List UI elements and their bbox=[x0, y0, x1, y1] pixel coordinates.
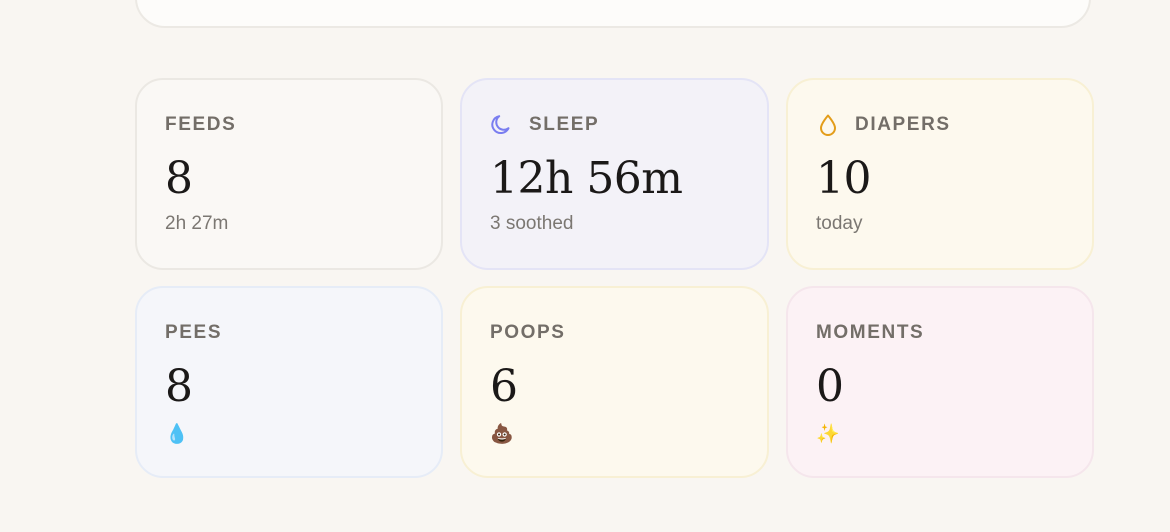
pees-value: 8 bbox=[165, 361, 193, 412]
sleep-soothed: 3 soothed bbox=[490, 213, 574, 234]
diapers-label: DIAPERS bbox=[855, 114, 951, 135]
stats-grid: FEEDS 8 2h 27m SLEEP 12h 56m 3 soothed D… bbox=[135, 78, 1094, 478]
poops-label-row: POOPS bbox=[490, 321, 739, 345]
moments-label: MOMENTS bbox=[816, 322, 925, 343]
sparkles-emoji: ✨ bbox=[816, 423, 840, 445]
pees-label-row: PEES bbox=[165, 321, 413, 345]
sleep-label-row: SLEEP bbox=[490, 113, 739, 137]
diapers-period: today bbox=[816, 213, 863, 234]
moments-card[interactable]: MOMENTS 0 ✨ bbox=[786, 286, 1094, 478]
pees-label: PEES bbox=[165, 322, 223, 343]
sleep-card[interactable]: SLEEP 12h 56m 3 soothed bbox=[460, 78, 769, 270]
water-drop-emoji: 💧 bbox=[165, 423, 189, 445]
diapers-card[interactable]: DIAPERS 10 today bbox=[786, 78, 1094, 270]
poop-emoji: 💩 bbox=[490, 423, 514, 445]
top-panel bbox=[135, 0, 1091, 28]
poops-value: 6 bbox=[490, 361, 518, 412]
moments-label-row: MOMENTS bbox=[816, 321, 1064, 345]
feeds-label: FEEDS bbox=[165, 114, 237, 135]
drop-icon bbox=[815, 112, 841, 138]
sleep-value: 12h 56m bbox=[490, 153, 683, 204]
feeds-duration: 2h 27m bbox=[165, 213, 229, 234]
moments-value: 0 bbox=[816, 361, 844, 412]
feeds-card[interactable]: FEEDS 8 2h 27m bbox=[135, 78, 443, 270]
sleep-label: SLEEP bbox=[529, 114, 600, 135]
moon-icon bbox=[489, 112, 515, 138]
diapers-label-row: DIAPERS bbox=[816, 113, 1064, 137]
pees-card[interactable]: PEES 8 💧 bbox=[135, 286, 443, 478]
poops-card[interactable]: POOPS 6 💩 bbox=[460, 286, 769, 478]
feeds-value: 8 bbox=[165, 153, 193, 204]
feeds-label-row: FEEDS bbox=[165, 113, 413, 137]
diapers-value: 10 bbox=[816, 153, 872, 204]
poops-label: POOPS bbox=[490, 322, 566, 343]
